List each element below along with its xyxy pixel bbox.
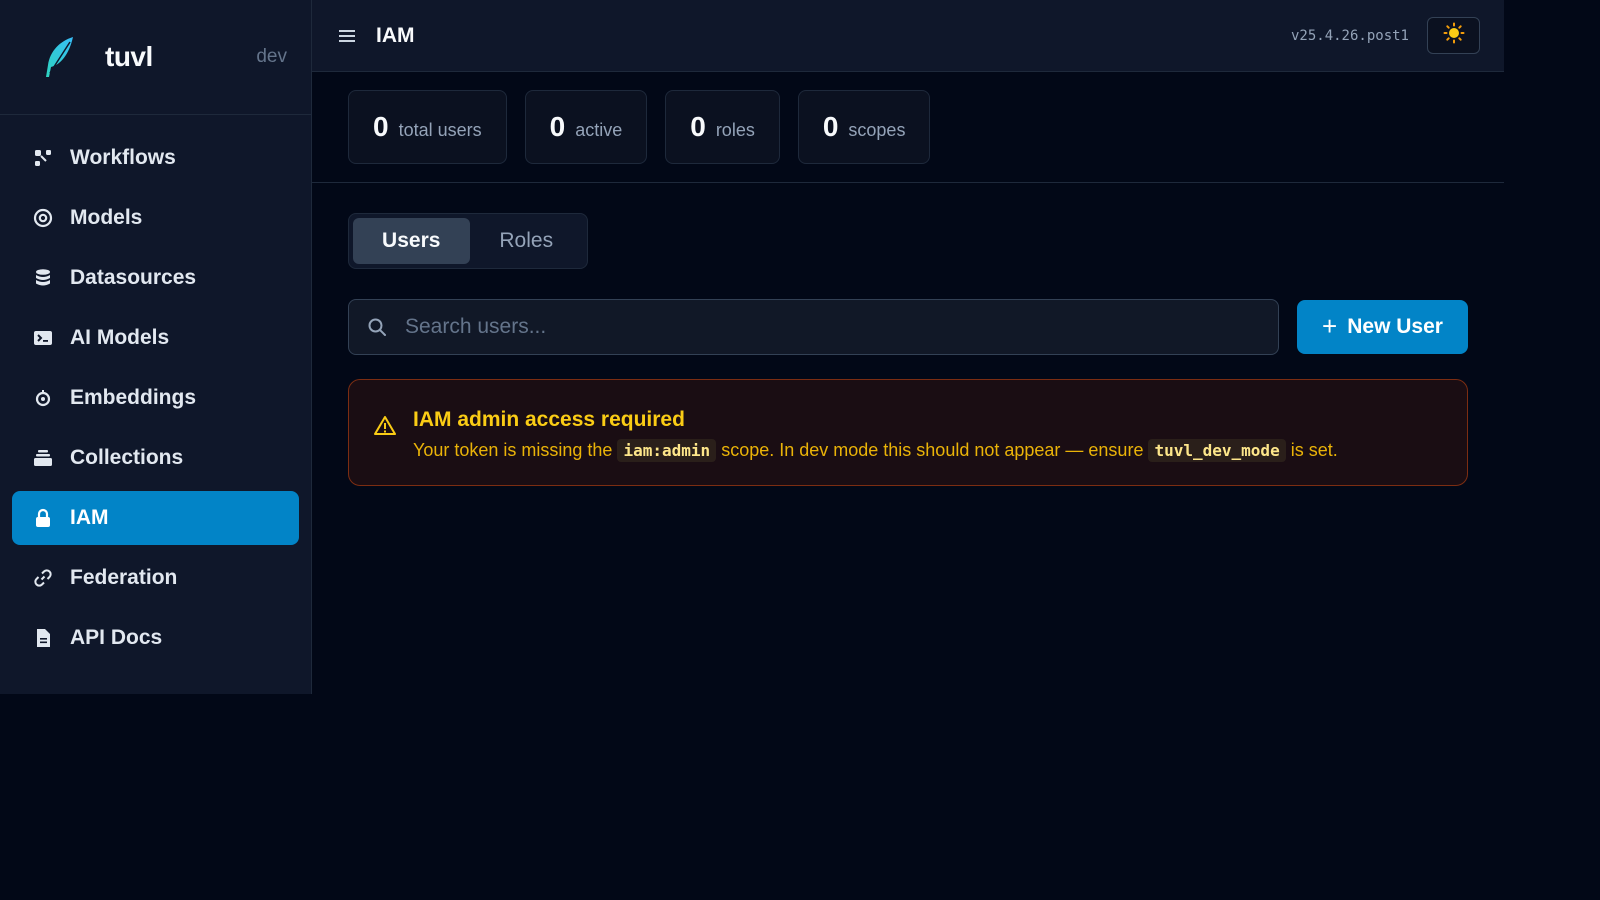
- lock-icon: [32, 507, 54, 529]
- sidebar-item-label: AI Models: [70, 326, 170, 349]
- sun-icon: [1443, 22, 1465, 49]
- sidebar-item-label: Workflows: [70, 146, 176, 169]
- stat-label: total users: [398, 120, 482, 140]
- permission-alert: IAM admin access required Your token is …: [348, 379, 1468, 486]
- sidebar-item-models[interactable]: Models: [12, 191, 299, 245]
- tab-bar: Users Roles: [348, 213, 588, 269]
- target-icon: [32, 207, 54, 229]
- alert-text-part: Your token is missing the: [413, 440, 613, 460]
- sidebar-item-federation[interactable]: Federation: [12, 551, 299, 605]
- database-icon: [32, 267, 54, 289]
- stats-bar: 0 total users 0 active 0 roles 0 scopes: [312, 72, 1504, 183]
- plus-icon: +: [1322, 310, 1338, 341]
- sidebar-item-collections[interactable]: Collections: [12, 431, 299, 485]
- sidebar-nav: Workflows Models Datasources AI Models E…: [0, 115, 311, 665]
- stat-value: 0: [690, 111, 706, 142]
- stat-value: 0: [549, 111, 566, 142]
- search-box: [348, 299, 1279, 355]
- tab-roles[interactable]: Roles: [470, 218, 584, 264]
- sidebar-item-label: IAM: [70, 506, 109, 529]
- circle-dot-icon: [32, 387, 54, 409]
- document-icon: [32, 627, 54, 649]
- sidebar-item-iam[interactable]: IAM: [12, 491, 299, 545]
- alert-body: IAM admin access required Your token is …: [413, 408, 1338, 462]
- stat-active: 0 active: [524, 90, 648, 164]
- terminal-icon: [32, 327, 54, 349]
- new-user-button[interactable]: + New User: [1297, 300, 1468, 354]
- new-user-label: New User: [1347, 315, 1443, 338]
- search-input[interactable]: [405, 300, 1278, 354]
- sidebar-item-workflows[interactable]: Workflows: [12, 131, 299, 185]
- theme-toggle-button[interactable]: [1427, 17, 1480, 54]
- brand: tuvl dev: [0, 0, 311, 115]
- tab-users[interactable]: Users: [353, 218, 470, 264]
- link-icon: [32, 567, 54, 589]
- alert-text-part: scope. In dev mode this should not appea…: [721, 440, 1144, 460]
- menu-icon[interactable]: [337, 24, 361, 48]
- sidebar-item-label: Collections: [70, 446, 184, 469]
- sidebar-item-label: API Docs: [70, 626, 163, 649]
- brand-name: tuvl: [105, 41, 153, 72]
- version-label: v25.4.26.post1: [1290, 27, 1409, 44]
- sidebar-item-label: Federation: [70, 566, 178, 589]
- page-title: IAM: [376, 23, 415, 47]
- search-icon: [367, 316, 389, 338]
- stat-scopes: 0 scopes: [797, 90, 931, 164]
- sidebar-item-label: Datasources: [70, 266, 197, 289]
- layers-icon: [32, 447, 54, 469]
- top-bar: IAM v25.4.26.post1: [312, 0, 1504, 72]
- sidebar-item-label: Embeddings: [70, 386, 197, 409]
- alert-title: IAM admin access required: [413, 408, 685, 431]
- sidebar-item-ai-models[interactable]: AI Models: [12, 311, 299, 365]
- sidebar-item-embeddings[interactable]: Embeddings: [12, 371, 299, 425]
- stat-value: 0: [373, 111, 389, 142]
- alert-message: Your token is missing the iam:admin scop…: [413, 439, 1338, 462]
- stat-total-users: 0 total users: [348, 90, 507, 164]
- alert-text-part: is set.: [1290, 440, 1338, 460]
- warning-icon: [373, 414, 397, 438]
- feather-icon: [40, 35, 80, 79]
- stat-roles: 0 roles: [665, 90, 780, 164]
- sidebar-item-api-docs[interactable]: API Docs: [12, 611, 299, 665]
- workflow-icon: [32, 147, 54, 169]
- stat-value: 0: [822, 111, 839, 142]
- sidebar-item-datasources[interactable]: Datasources: [12, 251, 299, 305]
- sidebar-item-label: Models: [70, 206, 143, 229]
- app-root: tuvl dev Workflows Models Datasources AI…: [0, 0, 1600, 900]
- stat-label: roles: [715, 120, 755, 140]
- scope-code: iam:admin: [617, 439, 717, 462]
- sidebar: tuvl dev Workflows Models Datasources AI…: [0, 0, 312, 694]
- stat-label: scopes: [848, 120, 906, 140]
- stat-label: active: [575, 120, 623, 140]
- dev-mode-code: tuvl_dev_mode: [1148, 439, 1286, 462]
- environment-label: dev: [256, 46, 287, 67]
